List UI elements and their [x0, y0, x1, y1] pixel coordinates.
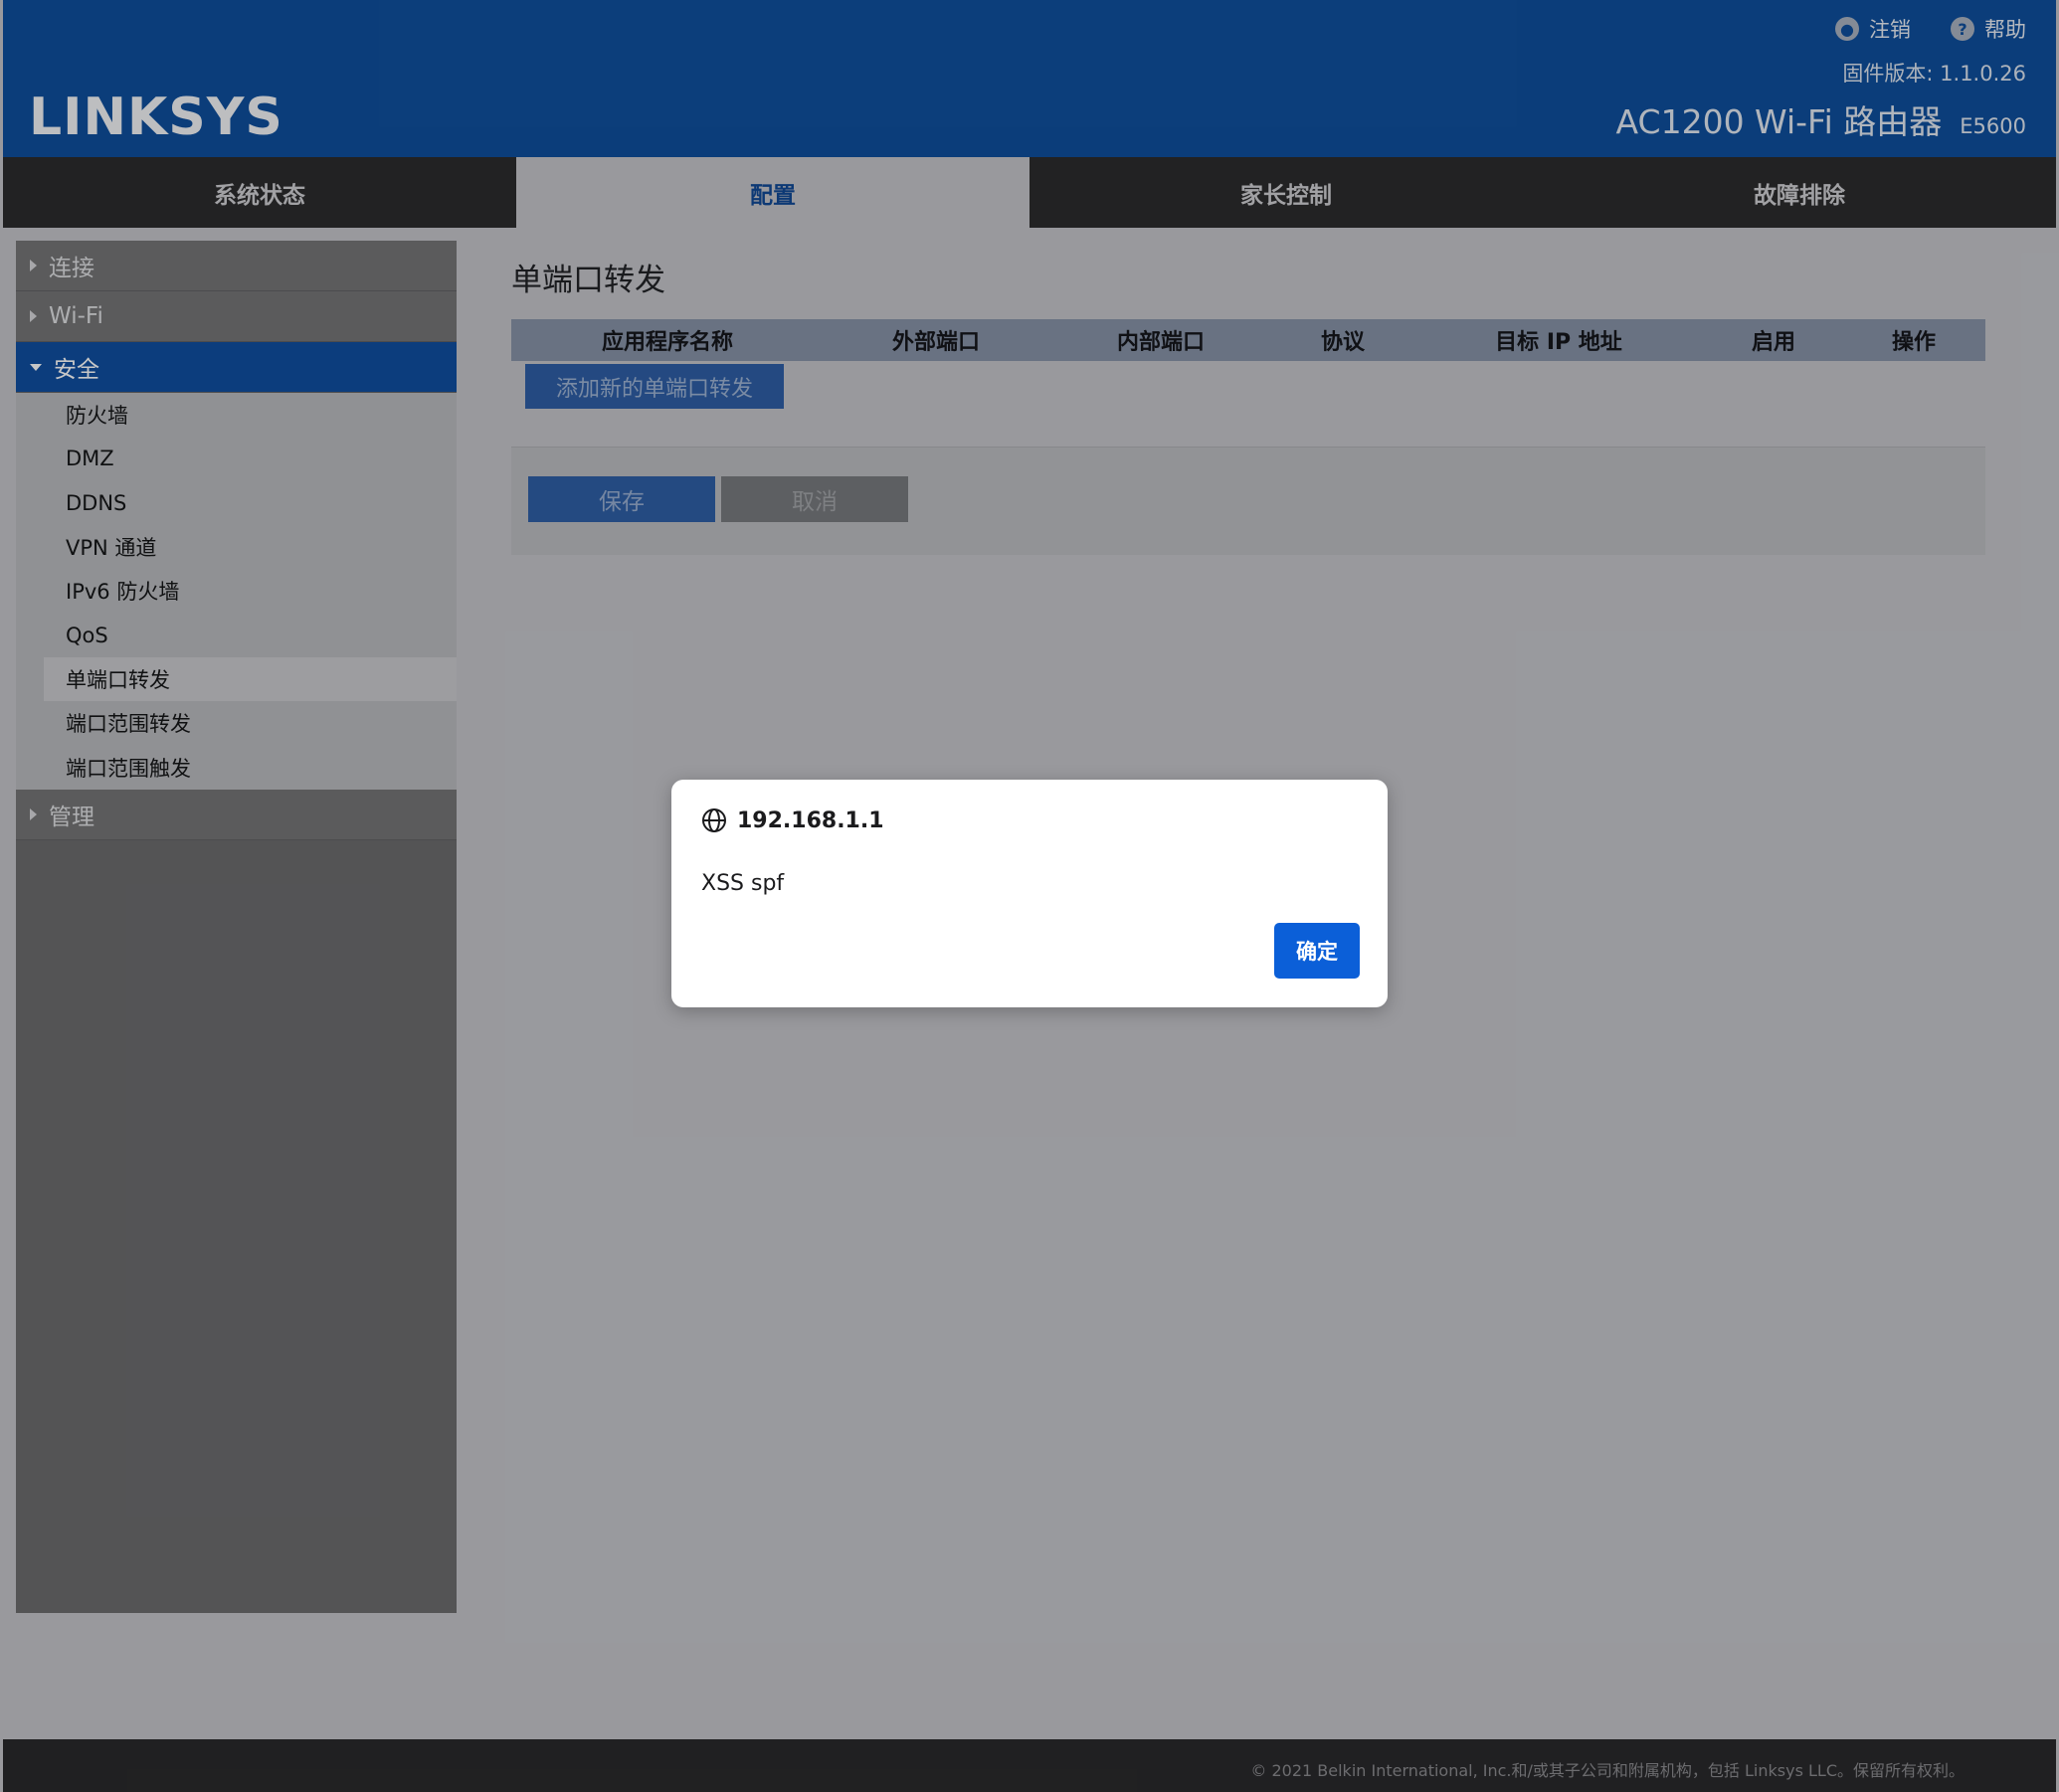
alert-dialog: 192.168.1.1 XSS spf 确定: [671, 780, 1388, 1007]
dialog-origin: 192.168.1.1: [701, 807, 884, 833]
globe-icon: [702, 808, 726, 832]
dialog-message: XSS spf: [701, 871, 785, 896]
ok-button[interactable]: 确定: [1274, 923, 1360, 979]
dialog-origin-text: 192.168.1.1: [737, 807, 884, 833]
